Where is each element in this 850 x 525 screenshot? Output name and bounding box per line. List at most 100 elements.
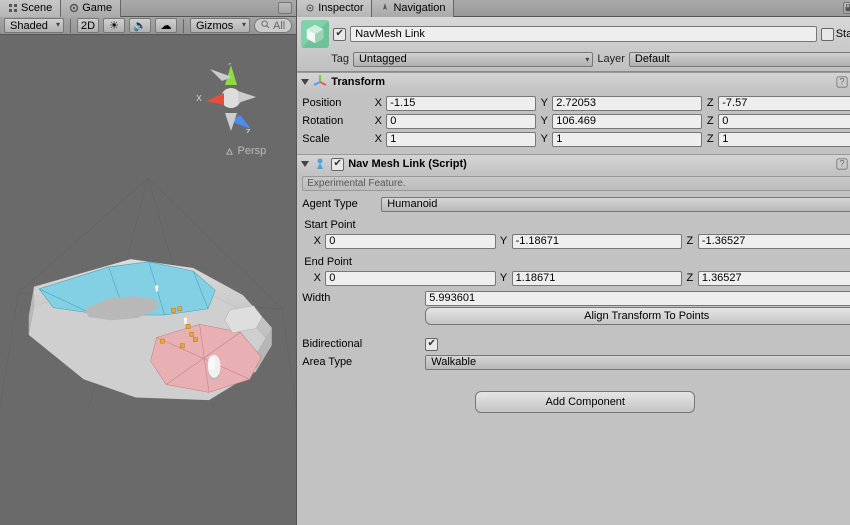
scene-viewport[interactable]: y x z Persp — [0, 35, 296, 525]
inspector-panel: Inspector Navigation Static ▾ Tag Unta — [297, 0, 850, 525]
inspector-panel-options — [843, 2, 850, 14]
axis-y-label: Y — [539, 133, 549, 145]
panel-options-button[interactable] — [278, 2, 292, 14]
svg-text:?: ? — [840, 158, 845, 169]
position-z[interactable] — [718, 96, 850, 111]
lock-button[interactable] — [843, 2, 850, 14]
scene-panel-options — [278, 2, 296, 14]
axis-x-label: X — [373, 97, 383, 109]
add-component-label: Add Component — [545, 396, 625, 408]
gizmos-label: Gizmos — [196, 20, 233, 32]
svg-text:x: x — [196, 92, 202, 104]
add-component-button[interactable]: Add Component — [475, 391, 695, 413]
tag-label: Tag — [331, 53, 349, 65]
layer-value: Default — [635, 53, 670, 65]
tag-value: Untagged — [359, 53, 407, 65]
agent-type-label: Agent Type — [302, 198, 378, 210]
width-label: Width — [302, 292, 422, 304]
scene-toolbar: Shaded 2D ☀ 🔈 ☁ Gizmos All — [0, 17, 296, 35]
toggle-fx[interactable]: ☁ — [155, 18, 177, 33]
layer-dropdown[interactable]: Default — [629, 52, 850, 67]
startpoint-x[interactable] — [325, 234, 495, 249]
endpoint-x[interactable] — [325, 271, 495, 286]
fx-icon: ☁ — [161, 19, 172, 32]
position-label: Position — [302, 97, 370, 109]
endpoint-y[interactable] — [512, 271, 682, 286]
static-checkbox[interactable] — [821, 28, 834, 41]
help-icon[interactable]: ? — [835, 157, 849, 171]
navmeshlink-header[interactable]: Nav Mesh Link (Script) ? ⚙ — [297, 155, 850, 173]
gameobject-header: Static ▾ Tag Untagged Layer Default — [297, 17, 850, 72]
rotation-z[interactable] — [718, 114, 850, 129]
static-toggle[interactable]: Static ▾ — [821, 26, 850, 42]
separator — [183, 19, 184, 33]
agent-type-dropdown[interactable]: Humanoid — [381, 197, 850, 212]
transform-header[interactable]: Transform ? ⚙ — [297, 73, 850, 91]
orientation-gizmo[interactable]: y x z — [196, 63, 266, 133]
bidirectional-label: Bidirectional — [302, 338, 422, 350]
inspector-icon — [305, 3, 315, 13]
position-y[interactable] — [552, 96, 702, 111]
scene-tabbar: Scene Game — [0, 0, 296, 17]
svg-text:z: z — [245, 126, 251, 133]
area-type-dropdown[interactable]: Walkable — [425, 355, 850, 370]
sun-icon: ☀ — [109, 19, 119, 32]
axis-x-label: X — [373, 133, 383, 145]
bidirectional-checkbox[interactable] — [425, 338, 438, 351]
align-transform-button[interactable]: Align Transform To Points — [425, 307, 850, 325]
axis-z-label: Z — [685, 272, 695, 284]
transform-icon — [313, 75, 327, 89]
axis-x-label: X — [312, 272, 322, 284]
static-label: Static — [836, 28, 850, 40]
scale-z[interactable] — [718, 132, 850, 147]
shading-mode-dropdown[interactable]: Shaded — [4, 18, 64, 33]
axis-y-label: Y — [539, 97, 549, 109]
projection-label[interactable]: Persp — [225, 145, 266, 157]
tab-game[interactable]: Game — [61, 0, 121, 17]
component-enabled-checkbox[interactable] — [331, 158, 344, 171]
help-icon[interactable]: ? — [835, 75, 849, 89]
scale-x[interactable] — [386, 132, 536, 147]
rotation-y[interactable] — [552, 114, 702, 129]
audio-icon: 🔈 — [133, 19, 147, 32]
tab-navigation-label: Navigation — [393, 2, 445, 14]
startpoint-z[interactable] — [698, 234, 850, 249]
toggle-2d-label: 2D — [81, 20, 95, 32]
tab-inspector[interactable]: Inspector — [297, 0, 372, 17]
axis-z-label: Z — [705, 97, 715, 109]
tab-scene[interactable]: Scene — [0, 0, 61, 17]
gameobject-icon[interactable] — [301, 20, 329, 48]
end-point-label: End Point — [302, 256, 850, 268]
startpoint-y[interactable] — [512, 234, 682, 249]
gameobject-name-field[interactable] — [350, 26, 816, 42]
axis-z-label: Z — [705, 133, 715, 145]
svg-text:?: ? — [840, 76, 845, 87]
rotation-x[interactable] — [386, 114, 536, 129]
start-point-label: Start Point — [302, 219, 850, 231]
experimental-banner: Experimental Feature. — [302, 176, 850, 191]
axis-y-label: Y — [499, 235, 509, 247]
tab-scene-label: Scene — [21, 2, 52, 14]
endpoint-z[interactable] — [698, 271, 850, 286]
scale-label: Scale — [302, 133, 370, 145]
tab-inspector-label: Inspector — [318, 2, 363, 14]
width-field[interactable] — [425, 291, 850, 306]
navigation-icon — [380, 3, 390, 13]
gizmos-dropdown[interactable]: Gizmos — [190, 18, 250, 33]
axis-x-label: X — [312, 235, 322, 247]
scale-y[interactable] — [552, 132, 702, 147]
toggle-2d[interactable]: 2D — [77, 18, 99, 33]
scene-search[interactable]: All — [254, 18, 292, 33]
tab-navigation[interactable]: Navigation — [372, 0, 454, 17]
game-icon — [69, 3, 79, 13]
axis-z-label: Z — [685, 235, 695, 247]
position-x[interactable] — [386, 96, 536, 111]
tag-dropdown[interactable]: Untagged — [353, 52, 593, 67]
toggle-lighting[interactable]: ☀ — [103, 18, 125, 33]
navmeshlink-title: Nav Mesh Link (Script) — [348, 158, 829, 170]
toggle-audio[interactable]: 🔈 — [129, 18, 151, 33]
separator — [70, 19, 71, 33]
gameobject-active-checkbox[interactable] — [333, 28, 346, 41]
align-btn-label: Align Transform To Points — [584, 310, 709, 322]
foldout-icon — [301, 161, 309, 167]
